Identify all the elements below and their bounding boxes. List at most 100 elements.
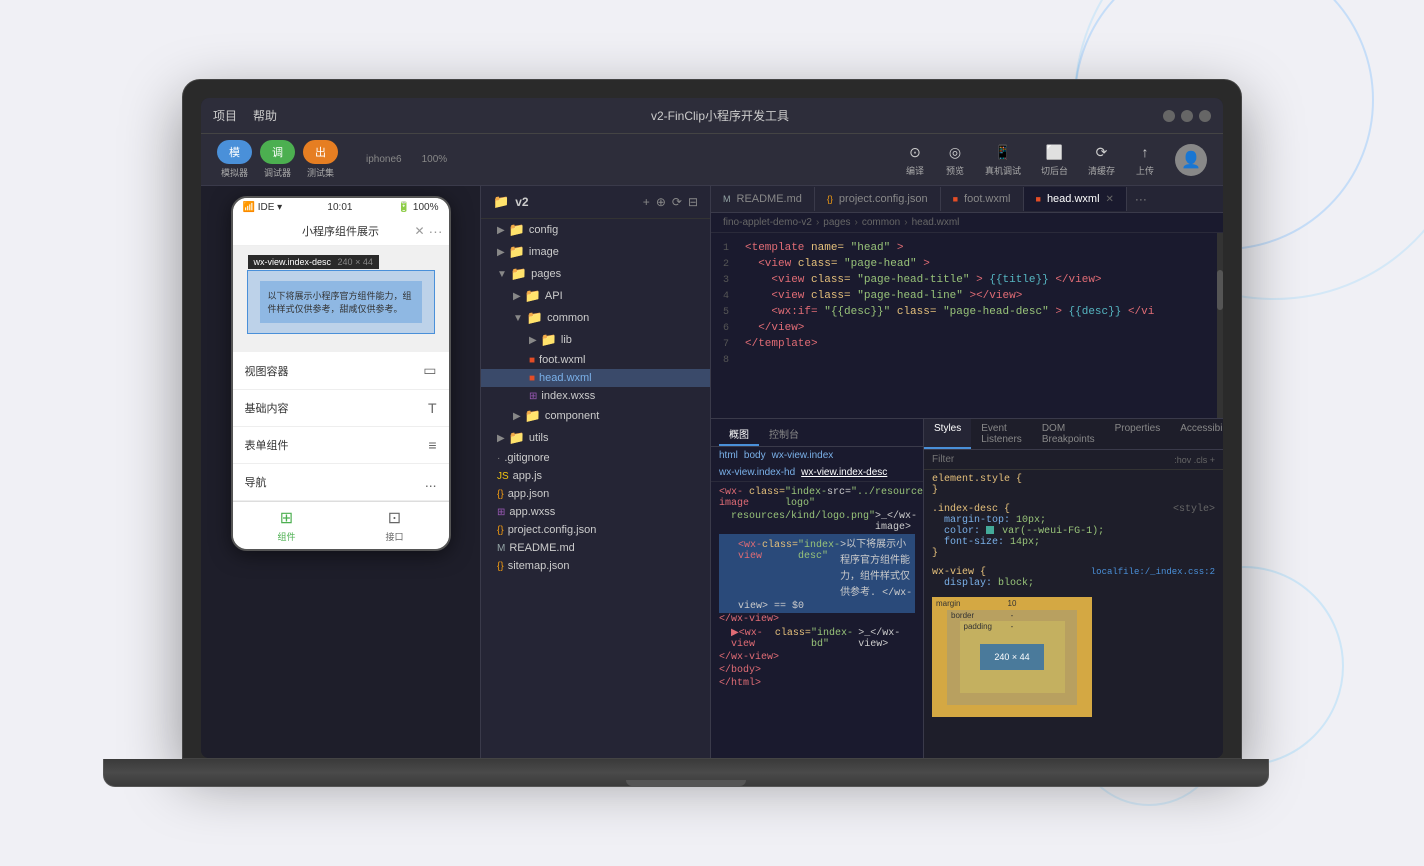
new-file-icon[interactable]: + (643, 195, 650, 209)
tree-item-sitemap[interactable]: {} sitemap.json (481, 557, 710, 575)
component-desc: 以下将展示小程序官方组件能力，组件样式仅供参考，甜咸仅供参考。 (260, 281, 422, 323)
element-html[interactable]: html (719, 450, 738, 461)
title-bar: 项目 帮助 v2-FinClip小程序开发工具 (201, 98, 1223, 134)
tab-project-config[interactable]: {} project.config.json (815, 187, 941, 211)
code-line-3: 3 <view class= "page-head-title" > {{tit… (711, 273, 1223, 289)
tab-close-icon[interactable]: ✕ (1106, 194, 1114, 205)
tab-project-config-icon: {} (827, 194, 833, 204)
tab-readme[interactable]: M README.md (711, 187, 815, 211)
html-tab-overview[interactable]: 概图 (719, 423, 759, 446)
tree-item-api[interactable]: ▶ 📁 API (481, 285, 710, 307)
tree-item-pages[interactable]: ▼ 📁 pages (481, 263, 710, 285)
tab-simulator[interactable]: 模 模拟器 (217, 140, 252, 179)
tree-item-app-wxss[interactable]: ⊞ app.wxss (481, 503, 710, 521)
styles-tab-dom-breakpoints[interactable]: DOM Breakpoints (1032, 419, 1105, 449)
list-item-form[interactable]: 表单组件 ≡ (233, 427, 449, 464)
element-body[interactable]: body (744, 450, 766, 461)
tree-item-foot-wxml[interactable]: ■ foot.wxml (481, 351, 710, 369)
chevron-down-icon: ▼ (497, 269, 507, 280)
line-num-6: 6 (711, 323, 741, 334)
list-item-basic[interactable]: 基础内容 T (233, 390, 449, 427)
device-debug-label: 真机调试 (985, 164, 1021, 177)
action-upload[interactable]: ↑ 上传 (1135, 142, 1155, 177)
code-content-1: <template name= "head" > (741, 242, 903, 254)
scrollbar-thumb[interactable] (1217, 270, 1223, 310)
tree-item-component[interactable]: ▶ 📁 component (481, 405, 710, 427)
styles-tab-styles[interactable]: Styles (924, 419, 971, 449)
tab-test[interactable]: 出 测试集 (303, 140, 338, 179)
main-content: 📶 IDE ▾ 10:01 🔋 100% 小程序组件展示 ✕ ··· (201, 186, 1223, 758)
breadcrumb-common: common (862, 217, 900, 228)
phone-nav-bar: 小程序组件展示 ✕ ··· (233, 217, 449, 246)
action-preview[interactable]: ◎ 预览 (945, 142, 965, 177)
new-folder-icon[interactable]: ⊕ (656, 195, 666, 209)
phone-time: 10:01 (327, 202, 352, 213)
phone-tab-interface[interactable]: ⊡ 接口 (341, 502, 449, 549)
scrollbar-track[interactable] (1217, 233, 1223, 418)
win-maximize[interactable] (1181, 110, 1193, 122)
collapse-icon[interactable]: ⊟ (688, 195, 698, 209)
tree-item-app-json[interactable]: {} app.json (481, 485, 710, 503)
tab-foot-wxml[interactable]: ■ foot.wxml (941, 187, 1024, 211)
styles-tab-accessibility[interactable]: Accessibility (1170, 419, 1223, 449)
tree-item-project-config[interactable]: {} project.config.json (481, 521, 710, 539)
tree-label-gitignore: .gitignore (504, 452, 549, 464)
file-app-json-icon: {} (497, 489, 504, 500)
element-style-close: } (932, 485, 938, 496)
styles-tab-properties[interactable]: Properties (1105, 419, 1171, 449)
phone-mockup: 📶 IDE ▾ 10:01 🔋 100% 小程序组件展示 ✕ ··· (201, 186, 480, 758)
toolbar: 模 模拟器 调 调试器 出 测试集 iphone6 100% (201, 134, 1223, 186)
tab-more-icon[interactable]: ··· (1127, 186, 1155, 212)
component-label: wx-view.index-desc 240 × 44 (248, 255, 379, 269)
list-item-view-container[interactable]: 视图容器 ▭ (233, 352, 449, 390)
tab-simulator-btn[interactable]: 模 (217, 140, 252, 164)
menu-item-help[interactable]: 帮助 (253, 107, 277, 124)
element-wx-view-index-desc[interactable]: wx-view.index-desc (801, 467, 887, 478)
tab-debugger-btn[interactable]: 调 (260, 140, 295, 164)
tree-item-app-js[interactable]: JS app.js (481, 467, 710, 485)
element-wx-view-index[interactable]: wx-view.index (772, 450, 834, 461)
action-device-debug[interactable]: 📱 真机调试 (985, 142, 1021, 177)
app-screen: 项目 帮助 v2-FinClip小程序开发工具 模 (201, 98, 1223, 758)
styles-tab-event-listeners[interactable]: Event Listeners (971, 419, 1032, 449)
action-clear-cache[interactable]: ⟳ 清缓存 (1088, 142, 1115, 177)
wx-view-source: localfile:/_index.css:2 (1091, 567, 1215, 577)
components-tab-icon: ⊞ (280, 508, 293, 528)
folder-api-icon: 📁 (525, 288, 541, 304)
tab-head-wxml[interactable]: ■ head.wxml ✕ (1024, 187, 1127, 211)
window-controls (1163, 110, 1211, 122)
html-tab-console[interactable]: 控制台 (759, 423, 809, 446)
tree-item-lib[interactable]: ▶ 📁 lib (481, 329, 710, 351)
menu-item-project[interactable]: 项目 (213, 107, 237, 124)
tree-item-utils[interactable]: ▶ 📁 utils (481, 427, 710, 449)
code-editor[interactable]: 1 <template name= "head" > 2 (711, 233, 1223, 418)
styles-filter-input[interactable] (932, 454, 1168, 465)
tree-label-app-wxss: app.wxss (509, 506, 555, 518)
tree-item-gitignore[interactable]: · .gitignore (481, 449, 710, 467)
list-item-nav[interactable]: 导航 ... (233, 464, 449, 501)
tree-item-index-wxss[interactable]: ⊞ index.wxss (481, 387, 710, 405)
html-code-line-2: resources/kind/logo.png" >_</wx-image> (719, 510, 915, 534)
tab-debugger[interactable]: 调 调试器 (260, 140, 295, 179)
action-compile[interactable]: ⊙ 编译 (905, 142, 925, 177)
tab-test-btn[interactable]: 出 (303, 140, 338, 164)
box-model: margin 10 border - (932, 597, 1092, 717)
user-avatar[interactable]: 👤 (1175, 144, 1207, 176)
root-folder-icon: 📁 (493, 194, 509, 210)
tree-item-head-wxml[interactable]: ■ head.wxml (481, 369, 710, 387)
refresh-icon[interactable]: ⟳ (672, 195, 682, 209)
tree-item-image[interactable]: ▶ 📁 image (481, 241, 710, 263)
folder-utils-icon: 📁 (509, 430, 525, 446)
win-close[interactable] (1199, 110, 1211, 122)
tree-item-readme[interactable]: M README.md (481, 539, 710, 557)
element-wx-view-index-hd[interactable]: wx-view.index-hd (719, 467, 795, 478)
phone-nav-close-icon: ✕ (414, 224, 424, 238)
phone-tab-components[interactable]: ⊞ 组件 (233, 502, 341, 549)
tree-item-config[interactable]: ▶ 📁 config (481, 219, 710, 241)
code-line-4: 4 <view class= "page-head-line" ></view> (711, 289, 1223, 305)
win-minimize[interactable] (1163, 110, 1175, 122)
styles-rule-wx-view: wx-view { localfile:/_index.css:2 displa… (924, 563, 1223, 593)
preview-label: iphone6 (366, 154, 402, 165)
tree-item-common[interactable]: ▼ 📁 common (481, 307, 710, 329)
action-background[interactable]: ⬜ 切后台 (1041, 142, 1068, 177)
